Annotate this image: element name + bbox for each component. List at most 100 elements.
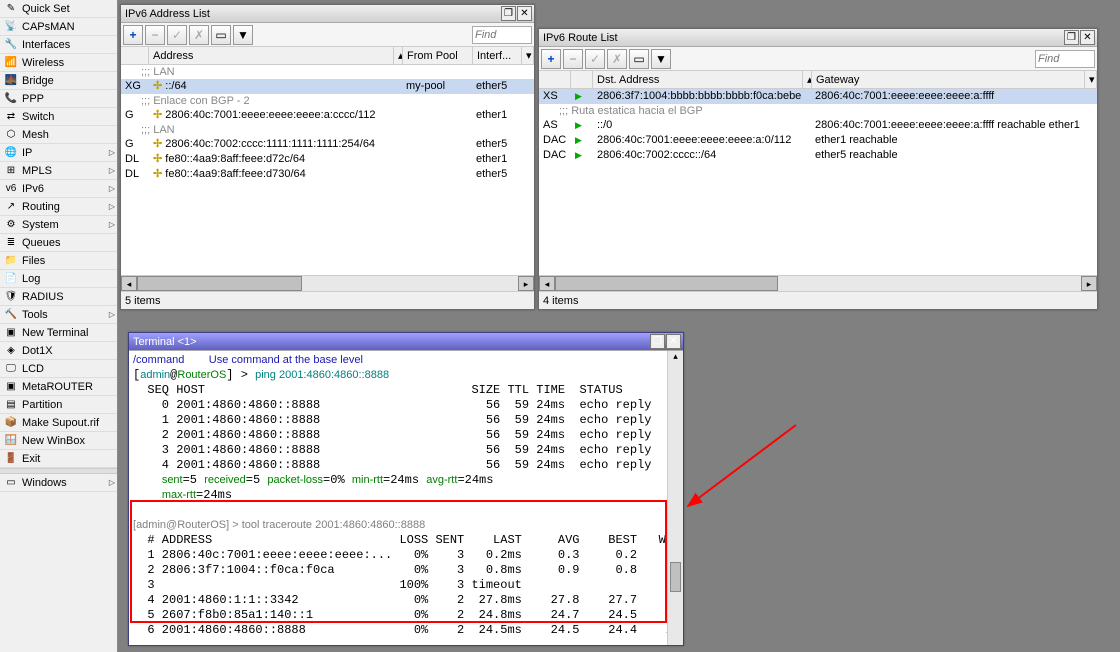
menu-icon: 🔧: [4, 38, 18, 52]
menu-icon: 🛡: [4, 290, 18, 304]
addr-title: IPv6 Address List: [123, 8, 500, 20]
menu-icon: v6: [4, 182, 18, 196]
addr-header[interactable]: Address ▴ From Pool Interf... ▾: [121, 47, 534, 65]
sidebar-item[interactable]: ◈Dot1X: [0, 342, 117, 360]
sidebar-item[interactable]: ▣MetaROUTER: [0, 378, 117, 396]
sidebar-item[interactable]: 🔧 Interfaces: [0, 36, 117, 54]
menu-icon: 📡: [4, 20, 18, 34]
close-icon[interactable]: ✕: [517, 6, 532, 21]
submenu-icon: ▷: [109, 198, 115, 216]
sidebar-item[interactable]: ▣ New Terminal: [0, 324, 117, 342]
sidebar-item[interactable]: 📶Wireless: [0, 54, 117, 72]
submenu-icon: ▷: [109, 144, 115, 162]
filter-button[interactable]: ▼: [651, 49, 671, 69]
sidebar-item[interactable]: ⚙System▷: [0, 216, 117, 234]
menu-icon: ▣: [4, 326, 18, 340]
find-input[interactable]: [1035, 50, 1095, 68]
sidebar-item[interactable]: ⬡Mesh: [0, 126, 117, 144]
addr-titlebar[interactable]: IPv6 Address List ❐ ✕: [121, 5, 534, 23]
sidebar-item[interactable]: 📄Log: [0, 270, 117, 288]
sidebar-item[interactable]: 🚪 Exit: [0, 450, 117, 468]
restore-icon[interactable]: ❐: [501, 6, 516, 21]
col-dst[interactable]: Dst. Address: [593, 71, 803, 88]
sidebar-item[interactable]: 📁Files: [0, 252, 117, 270]
table-row[interactable]: XG✢ ::/64my-poolether5: [121, 79, 534, 94]
sidebar-label: Switch: [22, 108, 54, 126]
sidebar-item[interactable]: 📞PPP: [0, 90, 117, 108]
route-titlebar[interactable]: IPv6 Route List ❐ ✕: [539, 29, 1097, 47]
menu-icon: ⚙: [4, 218, 18, 232]
comment-row: ;;; LAN: [121, 65, 534, 79]
table-row[interactable]: DL✢ fe80::4aa9:8aff:feee:d730/64ether5: [121, 167, 534, 182]
submenu-icon: ▷: [109, 306, 115, 324]
restore-icon[interactable]: ❐: [1064, 30, 1079, 45]
term-titlebar[interactable]: Terminal <1> ❐ ✕: [129, 333, 683, 351]
term-title: Terminal <1>: [131, 336, 649, 348]
comment-button[interactable]: ▭: [629, 49, 649, 69]
ipv6-route-window: IPv6 Route List ❐ ✕ + − ✓ ✗ ▭ ▼ Dst. Add…: [538, 28, 1098, 310]
sidebar-item[interactable]: ≣ Queues: [0, 234, 117, 252]
sidebar-item[interactable]: ⇄Switch: [0, 108, 117, 126]
sidebar-label: Mesh: [22, 126, 49, 144]
sidebar-label: LCD: [22, 360, 44, 378]
table-row[interactable]: AS▶::/02806:40c:7001:eeee:eeee:eeee:a:ff…: [539, 118, 1097, 133]
sidebar-label: New Terminal: [22, 324, 88, 342]
table-row[interactable]: DAC▶2806:40c:7002:cccc::/64ether5 reacha…: [539, 148, 1097, 163]
scrollbar-h[interactable]: ◂▸: [121, 275, 534, 291]
sidebar-item[interactable]: ✎Quick Set: [0, 0, 117, 18]
sidebar-label: Interfaces: [22, 36, 70, 54]
route-header[interactable]: Dst. Address ▴ Gateway ▾: [539, 71, 1097, 89]
sidebar-item[interactable]: 🖵LCD: [0, 360, 117, 378]
restore-icon[interactable]: ❐: [650, 334, 665, 349]
route-rows[interactable]: XS▶2806:3f7:1004:bbbb:bbbb:bbbb:f0ca:beb…: [539, 89, 1097, 275]
sidebar-label: Exit: [22, 450, 40, 468]
add-button[interactable]: +: [123, 25, 143, 45]
table-row[interactable]: DAC▶2806:40c:7001:eeee:eeee:eeee:a:0/112…: [539, 133, 1097, 148]
sidebar-item[interactable]: v6IPv6▷: [0, 180, 117, 198]
remove-button[interactable]: −: [145, 25, 165, 45]
sidebar-item[interactable]: 🌉Bridge: [0, 72, 117, 90]
menu-icon: 🚪: [4, 452, 18, 466]
route-toolbar: + − ✓ ✗ ▭ ▼: [539, 47, 1097, 71]
find-input[interactable]: [472, 26, 532, 44]
submenu-icon: ▷: [109, 216, 115, 234]
route-status: 4 items: [539, 291, 1097, 309]
remove-button[interactable]: −: [563, 49, 583, 69]
add-button[interactable]: +: [541, 49, 561, 69]
sidebar-item[interactable]: 🌐IP▷: [0, 144, 117, 162]
sidebar-item[interactable]: 📡CAPsMAN: [0, 18, 117, 36]
sidebar-item[interactable]: ⊞MPLS▷: [0, 162, 117, 180]
sidebar-item[interactable]: ↗Routing▷: [0, 198, 117, 216]
sidebar-item[interactable]: ▤Partition: [0, 396, 117, 414]
sidebar-label: Log: [22, 270, 40, 288]
disable-button[interactable]: ✗: [189, 25, 209, 45]
sidebar-item[interactable]: ▭Windows▷: [0, 474, 117, 492]
table-row[interactable]: DL✢ fe80::4aa9:8aff:feee:d72c/64ether1: [121, 152, 534, 167]
filter-button[interactable]: ▼: [233, 25, 253, 45]
table-row[interactable]: G✢ 2806:40c:7001:eeee:eeee:eeee:a:cccc/1…: [121, 108, 534, 123]
col-gateway[interactable]: Gateway: [812, 71, 1085, 88]
menu-icon: ≣: [4, 236, 18, 250]
submenu-icon: ▷: [109, 162, 115, 180]
addr-rows[interactable]: ;;; LANXG✢ ::/64my-poolether5;;; Enlace …: [121, 65, 534, 275]
ipv6-address-window: IPv6 Address List ❐ ✕ + − ✓ ✗ ▭ ▼ Addres…: [120, 4, 535, 310]
sidebar-item[interactable]: 🛡RADIUS: [0, 288, 117, 306]
enable-button[interactable]: ✓: [167, 25, 187, 45]
comment-button[interactable]: ▭: [211, 25, 231, 45]
sidebar-item[interactable]: 🔨Tools▷: [0, 306, 117, 324]
scrollbar-v[interactable]: ▴: [667, 351, 683, 645]
sidebar-item[interactable]: 📦Make Supout.rif: [0, 414, 117, 432]
scrollbar-h[interactable]: ◂▸: [539, 275, 1097, 291]
col-frompool[interactable]: From Pool: [403, 47, 473, 64]
enable-button[interactable]: ✓: [585, 49, 605, 69]
col-address[interactable]: Address: [149, 47, 394, 64]
menu-icon: ✎: [4, 2, 18, 16]
col-interface[interactable]: Interf...: [473, 47, 522, 64]
close-icon[interactable]: ✕: [666, 334, 681, 349]
table-row[interactable]: XS▶2806:3f7:1004:bbbb:bbbb:bbbb:f0ca:beb…: [539, 89, 1097, 104]
sidebar-label: Queues: [22, 234, 61, 252]
disable-button[interactable]: ✗: [607, 49, 627, 69]
close-icon[interactable]: ✕: [1080, 30, 1095, 45]
sidebar-item[interactable]: 🪟New WinBox: [0, 432, 117, 450]
table-row[interactable]: G✢ 2806:40c:7002:cccc:1111:1111:1111:254…: [121, 137, 534, 152]
